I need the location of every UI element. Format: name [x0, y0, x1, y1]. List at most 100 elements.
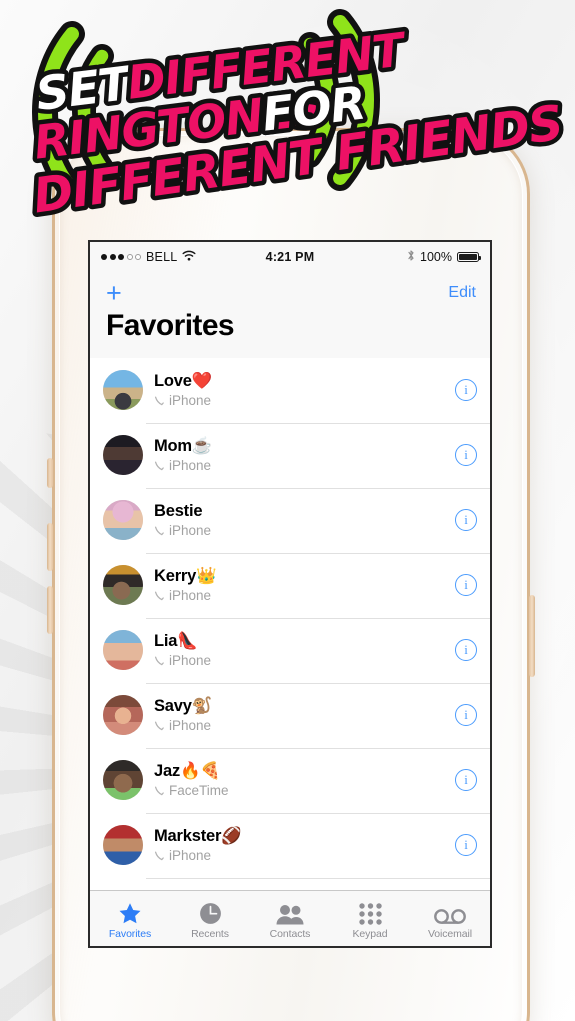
voicemail-icon: [434, 901, 466, 925]
tab-bar[interactable]: Favorites Recents Contacts Keypad Voicemail: [90, 890, 490, 946]
contact-line-type-row: iPhone: [154, 458, 447, 474]
contact-name: Markster🏈: [154, 826, 447, 847]
contact-info-button[interactable]: i: [455, 444, 477, 466]
contact-name: Kerry👑: [154, 566, 447, 587]
bluetooth-icon: [407, 249, 415, 265]
avatar-markster: [103, 825, 143, 865]
contact-info-button[interactable]: i: [455, 769, 477, 791]
contact-name-emoji: 👠: [177, 632, 198, 651]
status-bar: BELL 4:21 PM 100%: [90, 242, 490, 272]
contact-name-text: Savy: [154, 697, 192, 716]
avatar-jaz: [103, 760, 143, 800]
status-bar-clock: 4:21 PM: [265, 250, 315, 264]
phone-handset-icon: [154, 850, 165, 861]
favorite-row[interactable]: Mom☕ iPhone i: [90, 422, 490, 488]
phone-handset-icon: [154, 655, 165, 666]
favorite-meta: Kerry👑 iPhone: [154, 566, 447, 604]
contact-name: Love❤️: [154, 371, 447, 392]
info-icon: i: [464, 577, 468, 592]
avatar-love: [103, 370, 143, 410]
contact-line-type: FaceTime: [169, 782, 229, 798]
phone-handset-icon: [154, 525, 165, 536]
info-icon: i: [464, 772, 468, 787]
contact-name: Lia👠: [154, 631, 447, 652]
volume-up-button[interactable]: [47, 523, 53, 571]
info-icon: i: [464, 837, 468, 852]
tab-label: Contacts: [269, 928, 311, 940]
tab-label: Recents: [191, 928, 229, 940]
contact-name-text: Jaz: [154, 762, 181, 781]
favorite-meta: Jaz🔥🍕 FaceTime: [154, 761, 447, 799]
contact-info-button[interactable]: i: [455, 574, 477, 596]
contact-name-emoji: 🏈: [221, 827, 242, 846]
nav-buttons-row: + Edit: [104, 278, 476, 308]
iphone-device-frame: BELL 4:21 PM 100% + Edit Favorites Love❤…: [47, 128, 535, 1021]
contact-line-type-row: iPhone: [154, 653, 447, 669]
tab-contacts[interactable]: Contacts: [250, 891, 330, 946]
contact-name: Mom☕: [154, 436, 447, 457]
favorite-row[interactable]: Bestie iPhone i: [90, 487, 490, 553]
contact-line-type-row: iPhone: [154, 393, 447, 409]
phone-handset-icon: [154, 395, 165, 406]
carrier-label: BELL: [146, 250, 178, 264]
phone-handset-icon: [154, 720, 165, 731]
contact-name-emoji: 👑: [196, 567, 217, 586]
contact-name-emoji: 🐒: [191, 697, 213, 716]
contact-name-text: Bestie: [154, 502, 203, 521]
keypad-dots-icon: [358, 901, 382, 925]
contact-info-button[interactable]: i: [455, 379, 477, 401]
favorite-row[interactable]: Jaz🔥🍕 FaceTime i: [90, 747, 490, 813]
favorite-meta: Love❤️ iPhone: [154, 371, 447, 409]
contact-line-type: iPhone: [169, 847, 212, 863]
navigation-bar: + Edit Favorites: [90, 272, 490, 358]
contact-line-type: iPhone: [169, 652, 212, 668]
avatar-savy: [103, 695, 143, 735]
contact-info-button[interactable]: i: [455, 639, 477, 661]
favorite-row[interactable]: Love❤️ iPhone i: [90, 357, 490, 423]
phone-handset-icon: [154, 785, 165, 796]
contact-info-button[interactable]: i: [455, 834, 477, 856]
contact-line-type-row: iPhone: [154, 718, 447, 734]
avatar-lia: [103, 630, 143, 670]
contact-line-type: iPhone: [169, 717, 212, 733]
signal-strength-dots: [101, 254, 141, 260]
volume-down-button[interactable]: [47, 586, 53, 634]
status-bar-right: 100%: [407, 249, 481, 265]
add-favorite-button[interactable]: +: [104, 279, 124, 307]
tab-favorites[interactable]: Favorites: [90, 891, 170, 946]
tab-label: Favorites: [108, 928, 152, 940]
tab-keypad[interactable]: Keypad: [330, 891, 410, 946]
favorite-row[interactable]: Savy🐒 iPhone i: [90, 682, 490, 748]
contact-info-button[interactable]: i: [455, 509, 477, 531]
contact-name-text: Markster: [154, 827, 222, 846]
favorite-row[interactable]: Markster🏈 iPhone i: [90, 812, 490, 878]
status-bar-left: BELL: [101, 250, 196, 264]
phone-handset-icon: [154, 590, 165, 601]
contact-name-text: Love: [154, 372, 192, 391]
favorite-meta: Savy🐒 iPhone: [154, 696, 447, 734]
favorite-row[interactable]: Kerry👑 iPhone i: [90, 552, 490, 618]
contact-line-type-row: FaceTime: [154, 783, 447, 799]
tab-voicemail[interactable]: Voicemail: [410, 891, 490, 946]
contact-name-emoji: ❤️: [191, 372, 213, 391]
power-button[interactable]: [529, 595, 535, 677]
contact-line-type-row: iPhone: [154, 588, 447, 604]
avatar-kerry: [103, 565, 143, 605]
contact-name-text: Mom: [154, 437, 192, 456]
phone-screen: BELL 4:21 PM 100% + Edit Favorites Love❤…: [88, 240, 492, 948]
contact-info-button[interactable]: i: [455, 704, 477, 726]
contact-name: Bestie: [154, 501, 447, 522]
mute-switch[interactable]: [47, 458, 53, 488]
edit-button[interactable]: Edit: [448, 284, 476, 302]
battery-percent-label: 100%: [420, 250, 452, 264]
avatar-mom: [103, 435, 143, 475]
favorite-meta: Markster🏈 iPhone: [154, 826, 447, 864]
tab-recents[interactable]: Recents: [170, 891, 250, 946]
favorite-row[interactable]: Lia👠 iPhone i: [90, 617, 490, 683]
contact-line-type: iPhone: [169, 587, 212, 603]
contact-line-type: iPhone: [169, 392, 212, 408]
favorite-meta: Mom☕ iPhone: [154, 436, 447, 474]
favorites-list[interactable]: Love❤️ iPhone i Mom☕ iPhone i Bestie iPhone i Ker…: [90, 357, 490, 890]
info-icon: i: [464, 512, 468, 527]
tab-label: Keypad: [352, 928, 388, 940]
